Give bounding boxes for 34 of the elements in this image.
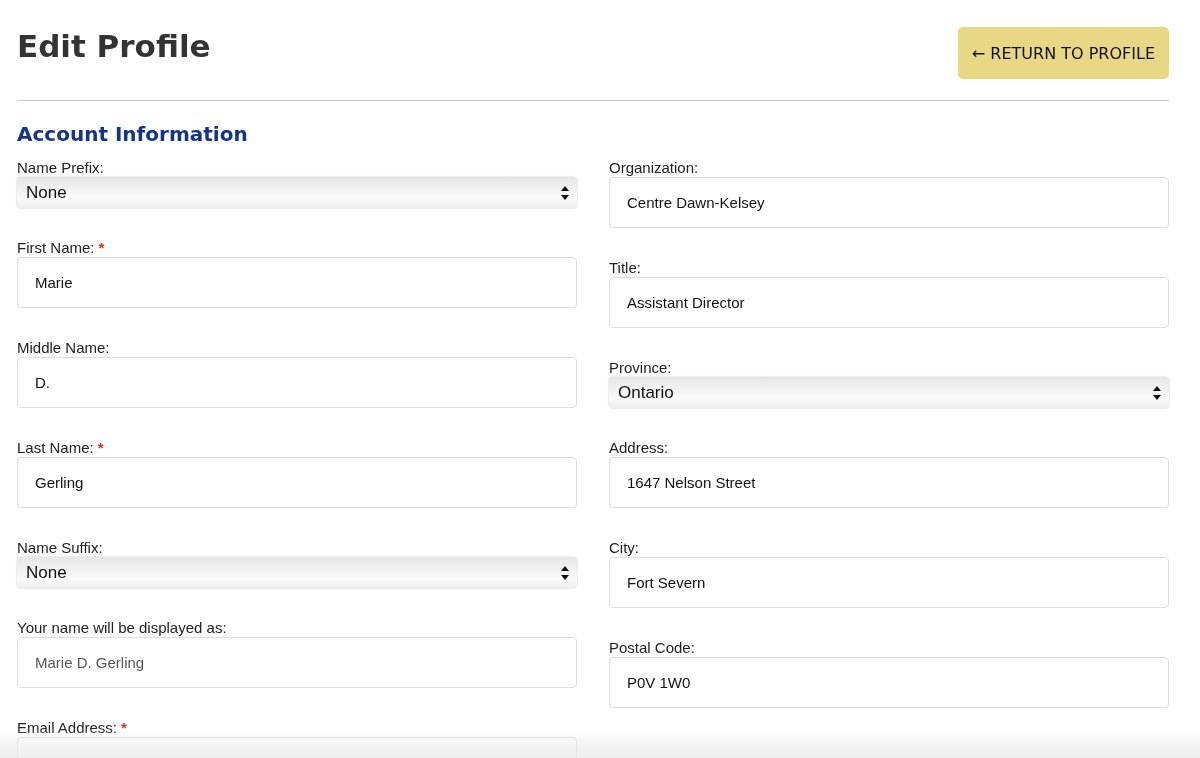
input-field[interactable]: 1647 Nelson Street bbox=[609, 457, 1169, 508]
field-label: Organization: bbox=[609, 158, 699, 176]
section-title: Account Information bbox=[17, 121, 249, 147]
field-label: Name Suffix: bbox=[17, 538, 103, 556]
dropdown-arrows-icon bbox=[561, 185, 569, 200]
field-label: Address: bbox=[609, 438, 669, 456]
field-label: Your name will be displayed as: bbox=[17, 618, 227, 636]
field-label: Last Name: bbox=[17, 438, 94, 456]
dropdown-field[interactable]: Ontario bbox=[609, 377, 1169, 408]
field-label: Province: bbox=[609, 358, 672, 376]
display-name-field: Marie D. Gerling bbox=[17, 637, 577, 688]
required-mark: * bbox=[98, 238, 105, 256]
field-label: Title: bbox=[609, 258, 641, 276]
field-label: First Name: bbox=[17, 238, 95, 256]
input-field[interactable]: Gerling bbox=[17, 457, 577, 508]
dropdown-arrows-icon bbox=[1153, 385, 1161, 400]
required-mark: * bbox=[121, 718, 127, 736]
dropdown-field[interactable]: None bbox=[17, 557, 577, 588]
return-button[interactable]: ← RETURN TO PROFILE bbox=[957, 27, 1169, 79]
dropdown-arrows-icon bbox=[561, 565, 569, 580]
input-field[interactable]: Marie bbox=[17, 257, 577, 308]
field-label: Middle Name: bbox=[17, 338, 110, 356]
field-label: City: bbox=[609, 538, 639, 556]
page-title: Edit Profile bbox=[17, 27, 211, 65]
input-field[interactable]: Centre Dawn-Kelsey bbox=[609, 177, 1169, 228]
input-field[interactable]: P0V 1W0 bbox=[609, 657, 1169, 708]
field-label: Email Address: bbox=[17, 718, 118, 736]
input-field[interactable]: Assistant Director bbox=[609, 277, 1169, 328]
field-label: Postal Code: bbox=[609, 638, 695, 656]
input-field[interactable]: Fort Severn bbox=[609, 557, 1169, 608]
field-label: Name Prefix: bbox=[17, 158, 104, 176]
required-mark: * bbox=[97, 438, 104, 456]
input-field[interactable]: D. bbox=[17, 357, 577, 408]
dropdown-field[interactable]: None bbox=[17, 177, 577, 208]
